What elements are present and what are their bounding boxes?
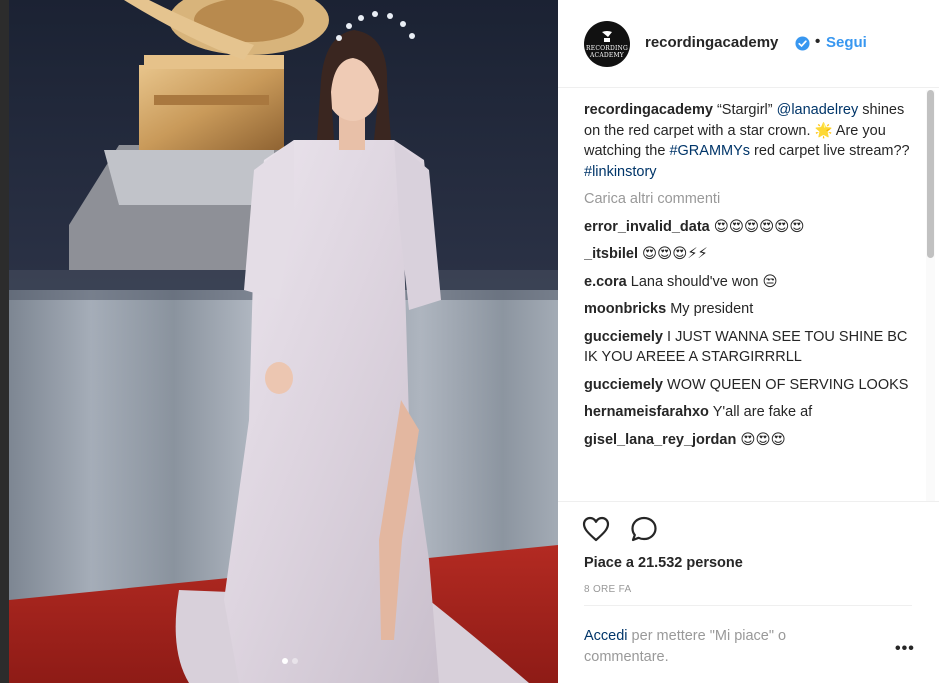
header-username[interactable]: recordingacademy [645,34,778,51]
heart-icon[interactable] [582,516,610,542]
post-sidebar: RECORDING ACADEMY recordingacademy • Seg… [558,0,939,683]
login-link[interactable]: Accedi [584,628,628,644]
comment-text: 😍😍😍⚡⚡ [642,246,708,262]
comment-text: Lana should've won 😒 [630,273,778,290]
login-prompt: Accedi per mettere "Mi piace" o commenta… [584,626,864,668]
background-overlay [0,0,9,683]
comment-item: hernameisfarahxo Y'all are fake af [584,402,924,423]
instagram-post-view: RECORDING ACADEMY recordingacademy • Seg… [0,0,939,683]
comment-username[interactable]: moonbricks [584,301,666,317]
divider [584,605,912,606]
comment-text: WOW QUEEN OF SERVING LOOKS [667,376,909,393]
comment-username[interactable]: gisel_lana_rey_jordan [584,432,736,448]
caption-username[interactable]: recordingacademy [584,102,713,118]
comment-item: e.cora Lana should've won 😒 [584,272,924,293]
post-timestamp[interactable]: 8 ORE FA [584,584,631,595]
gramophone-icon [602,30,612,42]
comment-text: 😍😍😍 [740,431,786,448]
separator-dot: • [815,33,821,50]
comment-text: My president [670,301,754,317]
comment-username[interactable]: _itsbilel [584,246,638,262]
star-emoji: 🌟 [814,122,833,139]
post-photo[interactable] [9,0,558,683]
comment-icon[interactable] [630,516,658,542]
comments-list[interactable]: recordingacademy “Stargirl” @lanadelrey … [584,100,924,501]
comment-text: Y'all are fake af [712,404,813,420]
comment-username[interactable]: e.cora [584,274,627,290]
caption-text: “Stargirl” [712,102,777,118]
comment-item: moonbricks My president [584,299,924,320]
comment-item: error_invalid_data 😍😍😍😍😍😍 [584,217,924,238]
caption-text: red carpet live stream?? [750,143,910,159]
comment-username[interactable]: hernameisfarahxo [584,404,709,420]
comment-item: gisel_lana_rey_jordan 😍😍😍 [584,430,924,451]
caption-hashtag[interactable]: #linkinstory [584,164,657,180]
post-header: RECORDING ACADEMY recordingacademy • Seg… [558,0,939,88]
avatar-text-line2: ACADEMY [590,51,624,59]
caption-hashtag[interactable]: #GRAMMYs [669,143,750,159]
load-more-comments-button[interactable]: Carica altri commenti [584,189,924,210]
verified-badge-icon [795,36,810,51]
comment-text: 😍😍😍😍😍😍 [713,218,805,235]
comment-username[interactable]: gucciemely [584,329,663,345]
avatar[interactable]: RECORDING ACADEMY [584,21,630,67]
comment-username[interactable]: gucciemely [584,377,663,393]
likes-count[interactable]: Piace a 21.532 persone [584,555,743,571]
avatar-text-line1: RECORDING [586,44,628,52]
comment-username[interactable]: error_invalid_data [584,219,710,235]
scrollbar-thumb[interactable] [927,90,934,258]
more-options-button[interactable]: ••• [895,640,915,658]
caption-mention[interactable]: @lanadelrey [777,102,859,118]
comment-item: gucciemely WOW QUEEN OF SERVING LOOKS [584,375,924,396]
photo-illustration [9,0,558,683]
post-caption: recordingacademy “Stargirl” @lanadelrey … [584,100,924,182]
comment-item: gucciemely I JUST WANNA SEE TOU SHINE BC… [584,327,924,368]
follow-button[interactable]: Segui [826,34,867,51]
post-actions: Piace a 21.532 persone 8 ORE FA Accedi p… [558,501,939,683]
comment-item: _itsbilel 😍😍😍⚡⚡ [584,244,924,265]
